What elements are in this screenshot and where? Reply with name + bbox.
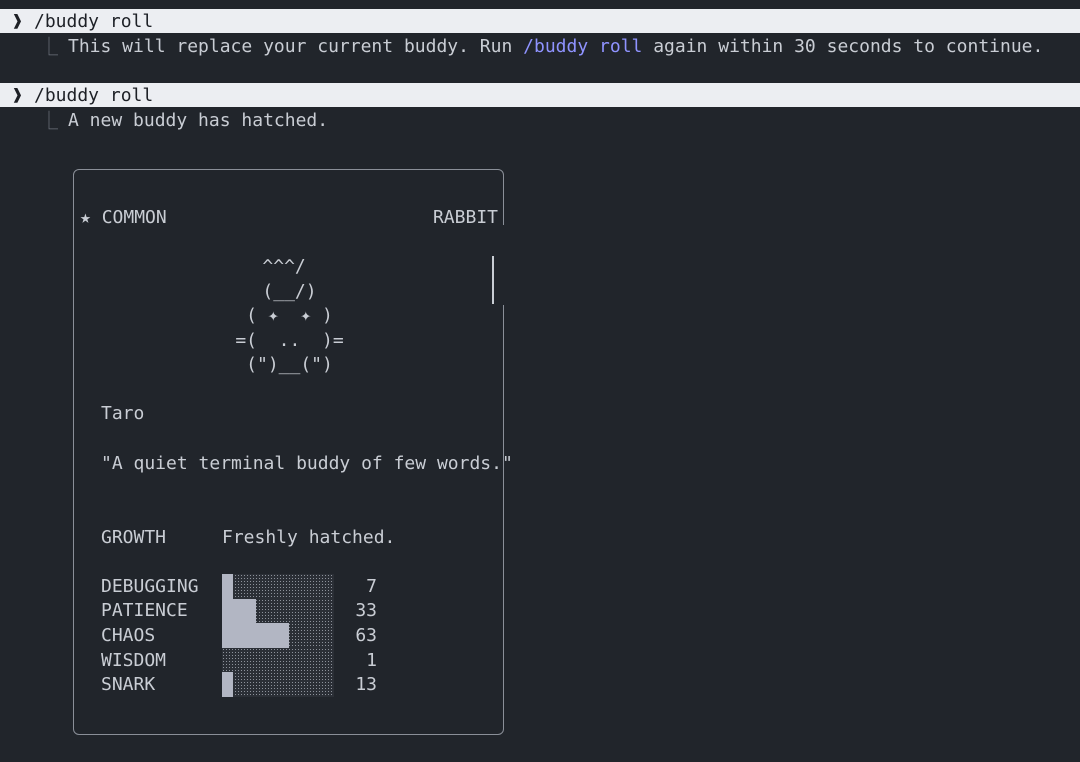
buddy-name: Taro [101, 403, 145, 424]
stat-bar-fill [222, 574, 233, 599]
command-line-2[interactable]: ❱ /buddy roll [0, 83, 1080, 107]
response-text-before: This will replace your current buddy. Ru… [68, 35, 524, 57]
response-line-2: ⎿ A new buddy has hatched. [0, 107, 328, 133]
star-icon: ★ [80, 207, 91, 228]
prompt-chevron-icon: ❱ [12, 84, 23, 106]
stat-row: DEBUGGING 7 [101, 574, 391, 599]
response-text-after: again within 30 seconds to continue. [642, 35, 1044, 57]
stat-name: CHAOS [101, 624, 156, 646]
growth-value: Freshly hatched. [222, 527, 396, 548]
stat-row: PATIENCE 33 [101, 598, 391, 624]
stat-value: 7 [366, 575, 377, 597]
stat-name: DEBUGGING [101, 575, 199, 597]
stat-bar [222, 672, 334, 697]
stat-name: SNARK [101, 674, 156, 696]
command-text: /buddy roll [34, 84, 154, 106]
rarity-label: ★ COMMON [80, 206, 167, 230]
response-command-link[interactable]: /buddy roll [523, 36, 642, 57]
art-line: (")__(") [246, 354, 333, 375]
branch-icon: ⎿ [40, 37, 58, 58]
stat-value: 33 [355, 600, 377, 622]
art-line: =( .. )= [235, 329, 344, 351]
art-line: (__/) [262, 280, 317, 302]
response-text: A new buddy has hatched. [68, 109, 329, 131]
stat-value: 63 [355, 624, 377, 646]
branch-icon: ⎿ [40, 111, 58, 132]
buddy-card: ★ COMMON RABBIT ^^^/ (__/) ( ✦ ✦ ) =( .. )… [73, 169, 513, 735]
response-line-1: ⎿ This will replace your current buddy. … [0, 33, 1043, 59]
command-text: /buddy roll [34, 10, 154, 32]
buddy-ascii-art: ^^^/ (__/) ( ✦ ✦ ) =( .. )= (")__(") [74, 255, 505, 378]
growth-label: GROWTH [101, 527, 167, 548]
art-line: ^^^/ [262, 256, 317, 277]
stat-row: SNARK 13 [101, 672, 391, 697]
rarity-text: COMMON [101, 207, 167, 228]
stat-bar [222, 623, 334, 648]
species-label: RABBIT [432, 207, 498, 228]
buddy-quote: "A quiet terminal buddy of few words." [101, 453, 513, 474]
stat-value: 13 [355, 674, 377, 696]
stat-bar-fill [222, 598, 256, 624]
stat-value: 1 [366, 649, 377, 671]
command-line-1[interactable]: ❱ /buddy roll [0, 9, 1080, 33]
stat-bar [222, 647, 334, 673]
prompt-chevron-icon: ❱ [12, 10, 23, 32]
stat-bar [222, 598, 334, 624]
stat-bar [222, 574, 334, 599]
stat-bar-fill [222, 672, 233, 697]
stat-name: WISDOM [101, 649, 167, 671]
stat-row: WISDOM 1 [101, 647, 391, 673]
stat-row: CHAOS 63 [101, 623, 391, 648]
stat-bar-fill [222, 623, 290, 648]
stat-name: PATIENCE [101, 600, 188, 622]
art-line: ( ✦ ✦ ) [246, 305, 333, 326]
